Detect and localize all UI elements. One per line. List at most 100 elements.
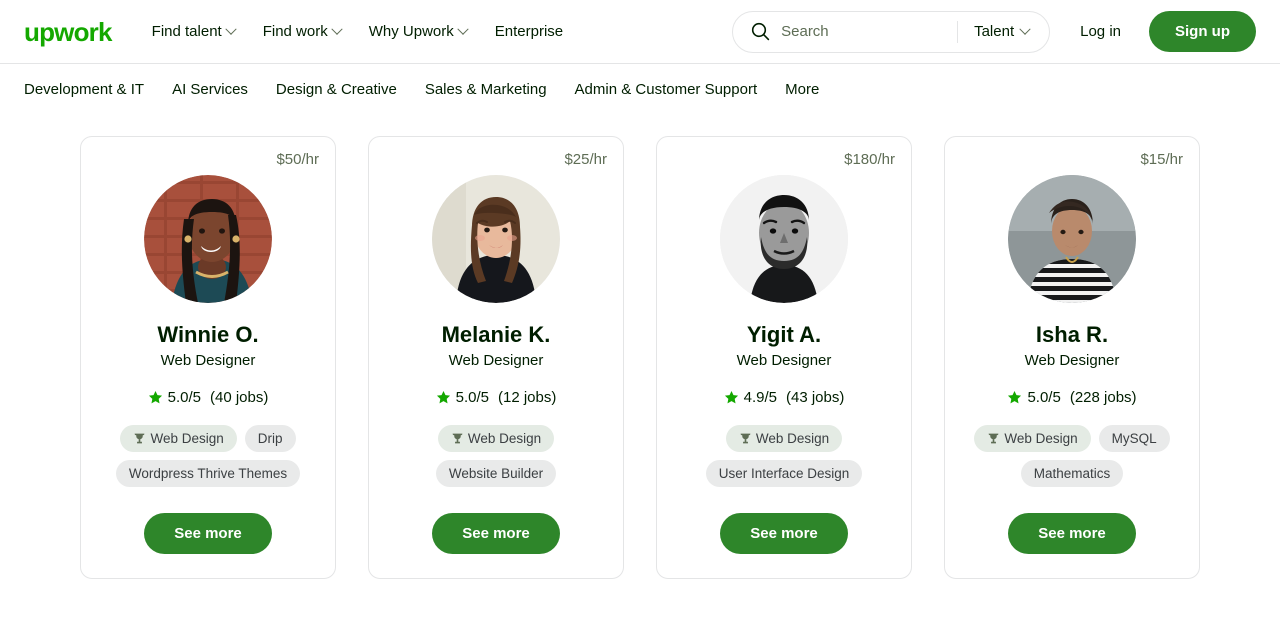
nav-item-enterprise[interactable]: Enterprise <box>481 15 577 48</box>
freelancer-card[interactable]: $180/hr Yigit A. Web Designer 4.9/5 (43 … <box>656 136 912 580</box>
skill-tag-label: Website Builder <box>448 466 544 482</box>
avatar <box>432 175 560 303</box>
freelancer-role: Web Designer <box>1024 352 1120 370</box>
skill-tag[interactable]: Wordpress Thrive Themes <box>115 460 301 488</box>
rating: 5.0/5 (40 jobs) <box>148 389 269 407</box>
freelancer-name: Winnie O. <box>157 322 259 347</box>
freelancer-card-list: $50/hr Winnie O. Web Designer 5.0/5 (40 … <box>0 114 1280 580</box>
header-actions: Talent Log in Sign up <box>732 10 1256 53</box>
skill-tags: Web Design Website Builder <box>385 425 607 488</box>
rating-value: 4.9/5 <box>743 389 777 407</box>
skill-tag-label: MySQL <box>1111 431 1157 447</box>
nav-label: Find talent <box>151 23 222 40</box>
upwork-logo[interactable]: upwork <box>24 19 112 45</box>
primary-nav: Find talent Find work Why Upwork Enterpr… <box>138 15 577 48</box>
see-more-button[interactable]: See more <box>432 513 560 555</box>
jobs-count: (228 jobs) <box>1069 389 1137 407</box>
nav-label: Find work <box>262 23 328 40</box>
skill-tag-label: Wordpress Thrive Themes <box>128 466 288 482</box>
star-icon <box>1007 390 1022 405</box>
skill-tag-label: Drip <box>257 431 283 447</box>
rating: 4.9/5 (43 jobs) <box>724 389 845 407</box>
subnav-item-sales-marketing[interactable]: Sales & Marketing <box>425 75 563 104</box>
avatar <box>144 175 272 303</box>
chevron-down-icon <box>331 23 343 35</box>
nav-item-why-upwork[interactable]: Why Upwork <box>355 15 481 48</box>
subnav-item-design-creative[interactable]: Design & Creative <box>276 75 413 104</box>
hourly-rate: $25/hr <box>564 151 607 168</box>
skill-tag[interactable]: Drip <box>244 425 296 453</box>
skill-tag[interactable]: Web Design <box>725 425 843 453</box>
skill-tag-label: User Interface Design <box>718 466 850 482</box>
hourly-rate: $180/hr <box>844 151 895 168</box>
subnav-item-development-it[interactable]: Development & IT <box>24 75 160 104</box>
category-subnav: Development & IT AI Services Design & Cr… <box>0 64 1280 114</box>
site-header: upwork Find talent Find work Why Upwork … <box>0 0 1280 64</box>
nav-label: Why Upwork <box>368 23 454 40</box>
freelancer-role: Web Designer <box>160 352 256 370</box>
rating: 5.0/5 (228 jobs) <box>1007 389 1137 407</box>
rating: 5.0/5 (12 jobs) <box>436 389 557 407</box>
star-icon <box>724 390 739 405</box>
freelancer-name: Yigit A. <box>746 322 822 347</box>
skill-tag[interactable]: Web Design <box>974 425 1091 453</box>
skill-tag-label: Mathematics <box>1033 466 1111 482</box>
rating-value: 5.0/5 <box>1027 389 1061 407</box>
subnav-item-more[interactable]: More <box>785 75 835 104</box>
star-icon <box>148 390 163 405</box>
freelancer-card[interactable]: $15/hr Isha R. Web Designer 5.0/5 (228 j… <box>944 136 1200 580</box>
freelancer-role: Web Designer <box>448 352 544 370</box>
nav-item-find-talent[interactable]: Find talent <box>138 15 249 48</box>
skill-tag[interactable]: Mathematics <box>1020 460 1124 488</box>
chevron-down-icon <box>225 23 237 35</box>
search-type-label: Talent <box>974 23 1015 40</box>
sign-up-button[interactable]: Sign up <box>1149 11 1256 52</box>
hourly-rate: $50/hr <box>276 151 319 168</box>
trophy-icon <box>739 432 752 445</box>
skill-tag[interactable]: Web Design <box>437 425 555 453</box>
skill-tag[interactable]: Web Design <box>120 425 237 453</box>
avatar <box>1008 175 1136 303</box>
see-more-button[interactable]: See more <box>720 513 848 555</box>
see-more-button[interactable]: See more <box>144 513 272 555</box>
search-icon <box>751 22 770 41</box>
log-in-link[interactable]: Log in <box>1064 15 1137 48</box>
freelancer-name: Isha R. <box>1035 322 1109 347</box>
skill-tag-label: Web Design <box>755 431 830 447</box>
trophy-icon <box>987 432 1000 445</box>
search-divider <box>957 20 959 43</box>
freelancer-role: Web Designer <box>736 352 832 370</box>
trophy-icon <box>133 432 146 445</box>
skill-tag-label: Web Design <box>467 431 542 447</box>
skill-tag[interactable]: Website Builder <box>435 460 557 488</box>
subnav-item-admin-customer-support[interactable]: Admin & Customer Support <box>575 75 774 104</box>
subnav-item-ai-services[interactable]: AI Services <box>172 75 264 104</box>
freelancer-card[interactable]: $50/hr Winnie O. Web Designer 5.0/5 (40 … <box>80 136 336 580</box>
skill-tags: Web Design MySQL Mathematics <box>961 425 1183 488</box>
jobs-count: (12 jobs) <box>498 389 557 407</box>
skill-tag-label: Web Design <box>150 431 224 447</box>
avatar <box>720 175 848 303</box>
search-bar[interactable]: Talent <box>732 10 1051 53</box>
jobs-count: (43 jobs) <box>786 389 845 407</box>
jobs-count: (40 jobs) <box>210 389 269 407</box>
see-more-button[interactable]: See more <box>1008 513 1136 555</box>
chevron-down-icon <box>1019 23 1031 35</box>
freelancer-name: Melanie K. <box>441 322 551 347</box>
skill-tag[interactable]: MySQL <box>1098 425 1170 453</box>
rating-value: 5.0/5 <box>167 389 201 407</box>
hourly-rate: $15/hr <box>1140 151 1183 168</box>
search-input[interactable] <box>781 23 956 40</box>
nav-label: Enterprise <box>494 23 564 40</box>
rating-value: 5.0/5 <box>455 389 489 407</box>
search-type-select[interactable]: Talent <box>962 15 1043 48</box>
star-icon <box>436 390 451 405</box>
trophy-icon <box>451 432 464 445</box>
freelancer-card[interactable]: $25/hr Melanie K. Web Designer 5.0/5 (12… <box>368 136 624 580</box>
skill-tags: Web Design User Interface Design <box>673 425 895 488</box>
nav-item-find-work[interactable]: Find work <box>249 15 355 48</box>
skill-tags: Web Design Drip Wordpress Thrive Themes <box>97 425 319 488</box>
skill-tag[interactable]: User Interface Design <box>705 460 863 488</box>
chevron-down-icon <box>457 23 469 35</box>
skill-tag-label: Web Design <box>1004 431 1078 447</box>
